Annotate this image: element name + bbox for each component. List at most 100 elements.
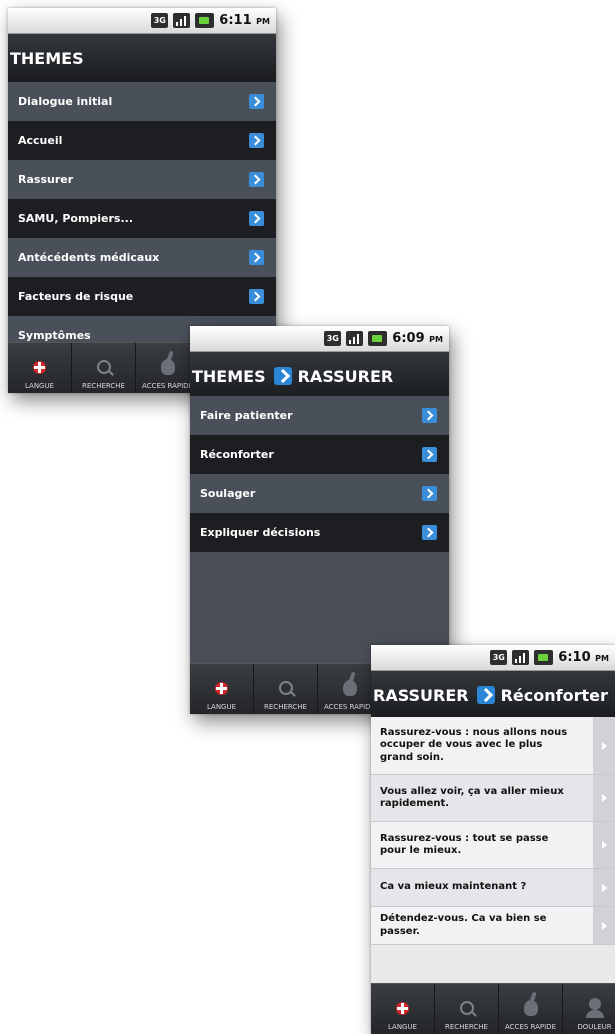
breadcrumb-arrow-icon (476, 686, 495, 704)
bottom-tab-bar: LANGUE RECHERCHE ACCES RAPIDE DOULEUR (371, 983, 615, 1034)
breadcrumb-current: RASSURER (297, 366, 394, 386)
status-bar: 3G 6:09 PM (190, 326, 449, 352)
tab-recherche[interactable]: RECHERCHE (435, 984, 499, 1034)
3g-icon: 3G (490, 650, 508, 665)
list-item-label: Accueil (18, 134, 63, 147)
chevron-right-icon (249, 211, 264, 226)
tab-label: ACCES RAPIDE (505, 1023, 556, 1031)
list-item-label: Symptômes (18, 329, 91, 342)
phrase-item[interactable]: Rassurez-vous : tout se passe pour le mi… (371, 822, 615, 869)
signal-icon (512, 650, 530, 665)
phrase-text: Détendez-vous. Ca va bien se passer. (380, 913, 547, 937)
tab-label: ACCES RAPIDE (324, 703, 375, 711)
tab-douleur[interactable]: DOULEUR (563, 984, 615, 1034)
breadcrumb-current: Réconforter (500, 685, 608, 705)
list-item[interactable]: Antécédents médicaux (8, 238, 276, 277)
tab-langue[interactable]: LANGUE (190, 664, 254, 714)
tab-langue[interactable]: LANGUE (8, 343, 72, 393)
play-arrow-icon[interactable] (593, 907, 615, 944)
rabbit-icon (160, 359, 175, 375)
flag-icon (396, 1001, 409, 1015)
play-arrow-icon[interactable] (593, 869, 615, 906)
phrase-text: Rassurez-vous : nous allons nous occuper… (380, 726, 568, 763)
status-bar: 3G 6:10 PM (371, 645, 615, 671)
list-item[interactable]: Facteurs de risque (8, 277, 276, 316)
breadcrumb-parent[interactable]: RASSURER (373, 686, 469, 705)
chevron-right-icon (422, 408, 437, 423)
tab-label: ACCES RAPIDE (142, 382, 193, 390)
play-arrow-icon[interactable] (593, 775, 615, 821)
phrase-item[interactable]: Rassurez-vous : nous allons nous occuper… (371, 717, 615, 775)
page-title: THEMES RASSURER (190, 352, 449, 400)
person-icon (585, 998, 604, 1018)
list-item[interactable]: Soulager (190, 474, 449, 513)
list-item-label: Réconforter (200, 448, 274, 461)
phrase-item[interactable]: Ca va mieux maintenant ? (371, 869, 615, 907)
phrase-text: Vous allez voir, ça va aller mieux rapid… (380, 785, 564, 810)
rabbit-icon (523, 1000, 538, 1016)
3g-icon: 3G (324, 331, 342, 346)
status-bar: 3G 6:11 PM (8, 8, 276, 34)
signal-icon (346, 331, 364, 346)
breadcrumb-arrow-icon (273, 367, 292, 385)
battery-icon (368, 331, 388, 346)
search-icon (278, 681, 293, 695)
chevron-right-icon (422, 447, 437, 462)
tab-label: RECHERCHE (82, 382, 125, 390)
search-icon (96, 360, 111, 374)
play-arrow-icon[interactable] (593, 717, 615, 774)
tab-langue[interactable]: LANGUE (371, 984, 435, 1034)
chevron-right-icon (249, 250, 264, 265)
chevron-right-icon (249, 133, 264, 148)
tab-acces-rapide[interactable]: ACCES RAPIDE (499, 984, 563, 1034)
list-item[interactable]: Rassurer (8, 160, 276, 199)
clock: 6:11 PM (219, 13, 270, 28)
tab-label: DOULEUR (577, 1023, 612, 1031)
list-item[interactable]: Expliquer décisions (190, 513, 449, 552)
list-item[interactable]: Réconforter (190, 435, 449, 474)
tab-label: LANGUE (206, 703, 237, 711)
list-item[interactable]: Accueil (8, 121, 276, 160)
list-item-label: Expliquer décisions (200, 526, 321, 539)
chevron-right-icon (422, 525, 437, 540)
list-item-label: Soulager (200, 487, 256, 500)
list-item-label: Dialogue initial (18, 95, 113, 108)
page-title: RASSURER Réconforter (371, 671, 615, 719)
battery-icon (195, 13, 215, 28)
list-item[interactable]: Dialogue initial (8, 82, 276, 121)
breadcrumb-parent[interactable]: THEMES (192, 367, 266, 386)
flag-icon (215, 681, 228, 695)
flag-icon (33, 360, 46, 374)
tab-recherche[interactable]: RECHERCHE (254, 664, 318, 714)
clock: 6:09 PM (392, 331, 443, 346)
chevron-right-icon (249, 172, 264, 187)
battery-icon (534, 650, 554, 665)
tab-label: RECHERCHE (445, 1023, 488, 1031)
chevron-right-icon (249, 94, 264, 109)
chevron-right-icon (249, 289, 264, 304)
list-item-label: Facteurs de risque (18, 290, 134, 303)
clock: 6:10 PM (558, 650, 609, 665)
signal-icon (173, 13, 191, 28)
chevron-right-icon (422, 486, 437, 501)
phrase-text: Rassurez-vous : tout se passe pour le mi… (380, 832, 549, 857)
screen-reconforter: 3G 6:10 PM RASSURER Réconforter Rassurez-… (371, 645, 615, 1034)
phrase-text: Ca va mieux maintenant ? (380, 881, 527, 893)
phrase-item[interactable]: Vous allez voir, ça va aller mieux rapid… (371, 775, 615, 822)
play-arrow-icon[interactable] (593, 822, 615, 868)
search-icon (459, 1001, 474, 1015)
rabbit-icon (342, 680, 357, 696)
tab-label: LANGUE (24, 382, 55, 390)
tab-recherche[interactable]: RECHERCHE (72, 343, 136, 393)
list-item-label: Faire patienter (200, 409, 293, 422)
list-item[interactable]: Faire patienter (190, 396, 449, 435)
list-item-label: SAMU, Pompiers... (18, 212, 134, 225)
tab-label: RECHERCHE (264, 703, 307, 711)
tab-label: LANGUE (387, 1023, 418, 1031)
list-item[interactable]: SAMU, Pompiers... (8, 199, 276, 238)
3g-icon: 3G (151, 13, 169, 28)
phrase-item[interactable]: Détendez-vous. Ca va bien se passer. (371, 907, 615, 945)
list-item-label: Antécédents médicaux (18, 251, 160, 264)
list-item-label: Rassurer (18, 173, 74, 186)
page-title: THEMES (8, 34, 276, 82)
